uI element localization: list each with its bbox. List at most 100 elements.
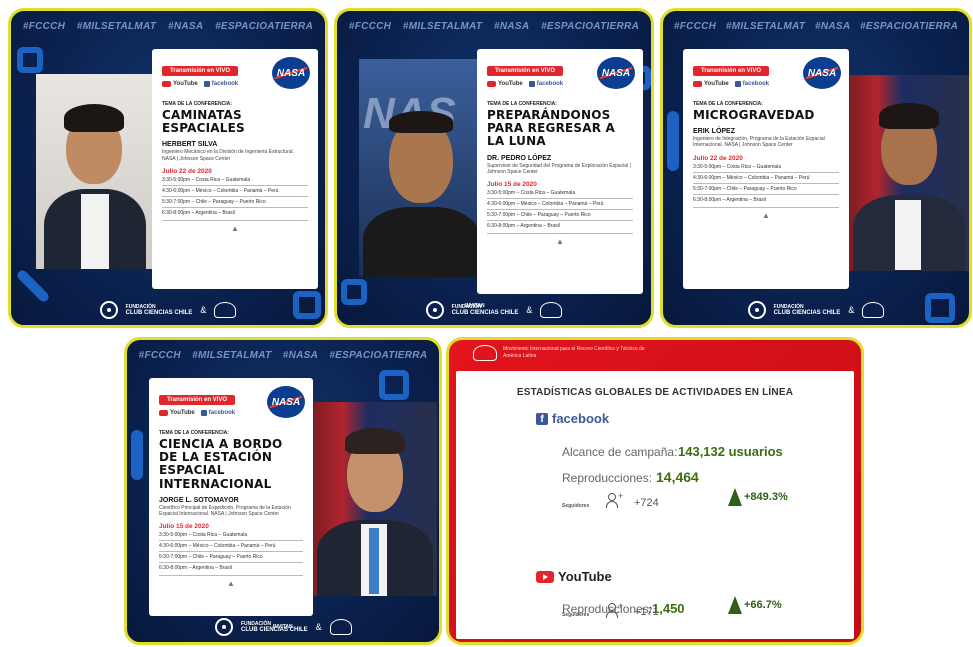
hashtag-bar: #FCCCH #MILSETALMAT #NASA #ESPACIOATIERR… <box>11 21 325 32</box>
speaker-name: HERBERT SILVA <box>162 141 218 149</box>
growth-arrow-icon <box>728 596 742 614</box>
rocket-icon: ▲ <box>487 233 633 246</box>
hashtag: #NASA <box>167 21 204 32</box>
hashtag: #FCCCH <box>22 21 66 32</box>
schedule-item: 3:30-5:00pm – Costa Rica – Guatemala <box>162 175 308 186</box>
schedule-item: 6:30-8:00pm – Argentina – Brasil <box>162 209 235 216</box>
speaker-name: JORGE L. SOTOMAYOR <box>159 496 239 504</box>
speaker-role: Supervisor de Seguridad del Programa de … <box>487 162 631 175</box>
hashtag-bar: #FCCCH #MILSETALMAT #NASA #ESPACIOATIERR… <box>337 21 651 32</box>
facebook-header: f facebook <box>536 411 609 426</box>
hashtag: #NASA <box>814 21 851 32</box>
youtube-label: YouTube <box>558 569 612 584</box>
event-date: Julio 15 de 2020 <box>487 181 537 189</box>
youtube-header: YouTube <box>536 569 612 584</box>
milset-logo <box>473 345 497 361</box>
schedule-item: 6:30-8:00pm – Argentina – Brasil <box>487 223 560 230</box>
decor-pill <box>667 111 679 171</box>
schedule-item: 5:30-7:00pm – Chile – Paraguay – Puerto … <box>159 552 303 564</box>
event-date: Julio 15 de 2020 <box>159 523 209 531</box>
nasa-logo: NASA <box>803 57 841 89</box>
atom-icon <box>747 301 766 319</box>
fb-growth: +849.3% <box>744 491 788 503</box>
youtube-icon: YouTube <box>487 81 523 87</box>
yt-followers-label: Seguidores <box>562 612 590 618</box>
live-badge: Transmisión en VIVO <box>693 66 770 76</box>
schedule-item: 6:30-8:00pm – Argentina – Brasil <box>693 196 766 203</box>
poster-microgravedad: #FCCCH #MILSETALMAT #NASA #ESPACIOATIERR… <box>660 8 972 328</box>
club-logo: FUNDACIÓN CLUB CIENCIAS CHILE <box>125 303 193 316</box>
speaker-photo: NAS <box>359 59 484 277</box>
nasa-logo: NASA <box>597 57 635 89</box>
hashtag: #NASA <box>493 21 530 32</box>
schedule-item: 3:30-5:00pm – Costa Rica – Guatemala <box>693 162 839 173</box>
speaker-role: Ingeniero Mecánico en la División de Ing… <box>162 149 295 162</box>
organization-text: Movimiento Internacional para el Recreo … <box>503 346 645 359</box>
stats-title: ESTADÍSTICAS GLOBALES DE ACTIVIDADES EN … <box>516 387 794 398</box>
schedule-list: 3:30-5:00pm – Costa Rica – Guatemala 4:3… <box>693 162 839 205</box>
schedule-item: 4:30-6:00pm – México – Colombia – Panamá… <box>487 199 633 211</box>
hashtag: #MILSETALMAT <box>76 21 157 32</box>
rocket-icon: ▲ <box>693 206 839 220</box>
info-card: Transmisión en VIVO YouTube facebook NAS… <box>683 49 849 289</box>
decor-square <box>379 370 409 400</box>
fb-followers-label: Seguidores <box>562 503 590 509</box>
info-card: Transmisión en VIVO YouTube facebook NAS… <box>152 49 318 289</box>
facebook-icon: f <box>536 412 548 425</box>
live-badge: Transmisión en VIVO <box>162 66 239 76</box>
atom-icon <box>425 301 444 319</box>
schedule-item: 5:30-7:00pm – Chile – Paraguay – Puerto … <box>162 197 308 208</box>
tema-label: TEMA DE LA CONFERENCIA: <box>487 101 557 107</box>
schedule-item: 4:30-6:00pm – México – Colombia – Panamá… <box>159 541 303 553</box>
youtube-icon: YouTube <box>693 81 729 87</box>
hashtag: #ESPACIOATIERRA <box>860 21 959 32</box>
speaker-role: Ingeniero de Integración, Programa de la… <box>693 136 825 149</box>
fb-followers-delta: +724 <box>634 497 659 509</box>
nasa-logo: NASA <box>267 386 305 418</box>
fb-plays-label: Reproducciones: <box>562 471 653 485</box>
milset-logo <box>862 302 885 318</box>
poster-regresar-luna: #FCCCH #MILSETALMAT #NASA #ESPACIOATIERR… <box>334 8 654 328</box>
yt-followers-delta: +171 <box>634 606 659 618</box>
schedule-item: 3:30-5:00pm – Costa Rica – Guatemala <box>487 188 633 200</box>
speaker-photo <box>36 74 154 269</box>
schedule-item: 5:30-7:00pm – Chile – Paraguay – Puerto … <box>487 210 633 222</box>
facebook-icon: facebook <box>203 81 238 87</box>
hashtag: #FCCCH <box>138 350 181 361</box>
decor-pill <box>131 430 143 480</box>
stats-panel: ESTADÍSTICAS GLOBALES DE ACTIVIDADES EN … <box>456 371 854 639</box>
speaker-photo <box>311 402 437 596</box>
hashtag: #MILSETALMAT <box>725 21 806 32</box>
hashtag: #ESPACIOATIERRA <box>329 350 428 361</box>
fb-plays-value: 14,464 <box>656 469 699 485</box>
milset-logo <box>329 619 352 635</box>
club-logo: FUNDACIÓN CLUB CIENCIAS CHILE <box>451 303 519 316</box>
growth-arrow-icon <box>728 488 742 506</box>
hashtag: #ESPACIOATIERRA <box>215 21 314 32</box>
youtube-icon <box>536 570 554 583</box>
reach-value: 143,132 usuarios <box>678 444 783 459</box>
schedule-list: 3:30-5:00pm – Costa Rica – Guatemala 4:3… <box>159 530 303 573</box>
info-card: Transmisión en VIVO YouTube facebook NAS… <box>477 49 643 294</box>
plus-icon: + <box>618 601 624 611</box>
schedule-item: 6:30-8:00pm – Argentina – Brasil <box>159 565 232 572</box>
facebook-label: facebook <box>552 411 610 426</box>
sponsor-footer: FUNDACIÓN CLUB CIENCIAS CHILE & <box>11 301 325 319</box>
milset-logo <box>540 302 563 318</box>
nasa-logo: NASA <box>272 57 310 89</box>
decor-square <box>17 47 43 73</box>
club-logo: FUNDACIÓN CLUB CIENCIAS CHILE <box>773 303 841 316</box>
speaker-name: ERIK LÓPEZ <box>693 128 736 136</box>
schedule-list: 3:30-5:00pm – Costa Rica – Guatemala 4:3… <box>487 188 633 231</box>
poster-caminatas-espaciales: #FCCCH #MILSETALMAT #NASA #ESPACIOATIERR… <box>8 8 328 328</box>
schedule-item: 4:30-6:00pm – México – Colombia – Panamá… <box>693 173 839 184</box>
club-logo: FUNDACIÓN CLUB CIENCIAS CHILE <box>241 620 308 633</box>
atom-icon <box>215 618 233 636</box>
hashtag: #MILSETALMAT <box>402 21 483 32</box>
hashtag: #FCCCH <box>348 21 392 32</box>
hashtag: #ESPACIOATIERRA <box>541 21 640 32</box>
facebook-icon: facebook <box>200 410 235 416</box>
rocket-icon: ▲ <box>159 575 303 588</box>
facebook-icon: facebook <box>528 81 563 87</box>
plus-icon: + <box>618 491 624 501</box>
